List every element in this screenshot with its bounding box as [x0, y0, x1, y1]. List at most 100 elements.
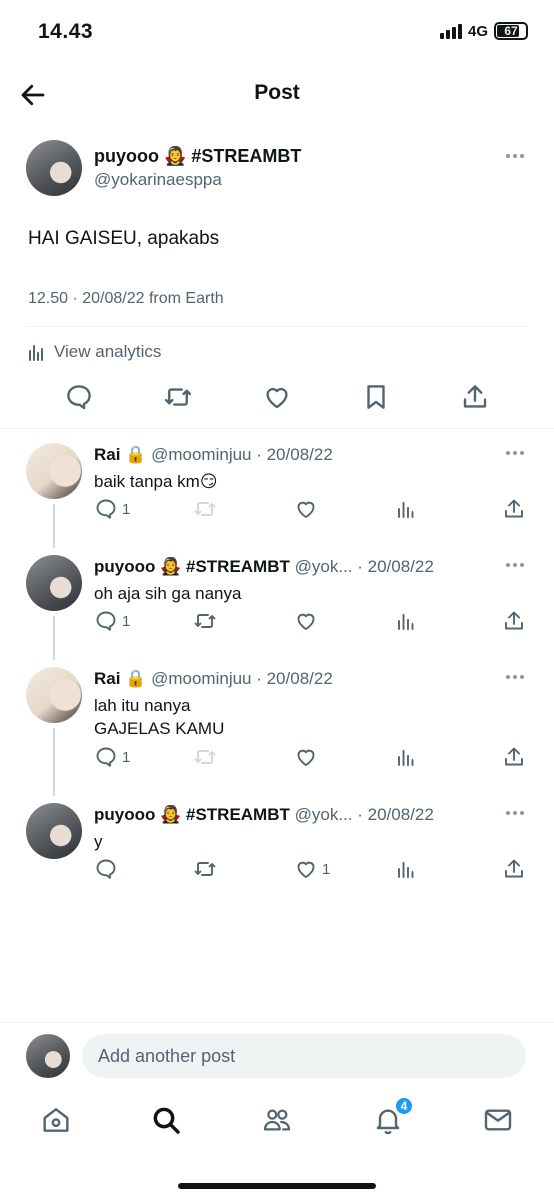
retweet-icon — [193, 609, 217, 633]
more-icon[interactable] — [506, 675, 528, 683]
author-name[interactable]: puyooo 🧛‍♀️ #STREAMBT — [94, 805, 290, 824]
reply-line: y — [94, 832, 103, 851]
reply-button[interactable]: 1 — [94, 744, 130, 770]
author-handle-date: @yok... · 20/08/22 — [294, 557, 434, 576]
analytics-icon — [28, 343, 46, 361]
home-indicator — [178, 1183, 376, 1189]
more-icon[interactable] — [506, 563, 528, 571]
avatar[interactable] — [26, 803, 82, 859]
more-icon[interactable] — [506, 811, 528, 819]
reply-button[interactable]: 1 — [94, 608, 130, 634]
reply-composer-input[interactable] — [82, 1034, 526, 1078]
like-count: 1 — [322, 860, 331, 878]
reply-text: y — [94, 830, 103, 853]
reply-line: lah itu nanya — [94, 696, 191, 715]
retweet-button[interactable] — [193, 608, 217, 634]
analytics-button[interactable] — [394, 744, 418, 770]
reply-header: puyooo 🧛‍♀️ #STREAMBT @yok... · 20/08/22 — [94, 805, 494, 825]
retweet-button[interactable] — [193, 744, 217, 770]
post-meta: 12.50 · 20/08/22 from Earth — [28, 290, 224, 307]
reply-action-bar: 1 — [0, 608, 554, 638]
share-button[interactable] — [502, 856, 526, 882]
author-handle-date: @moominjuu · 20/08/22 — [151, 669, 333, 688]
avatar[interactable] — [26, 555, 82, 611]
like-icon[interactable] — [262, 382, 292, 412]
analytics-label: View analytics — [54, 342, 162, 361]
reply-line: baik tanpa km😏 — [94, 472, 218, 491]
status-time: 14.43 — [38, 20, 94, 43]
divider — [26, 326, 528, 327]
reply-header: Rai 🔒 @moominjuu · 20/08/22 — [94, 445, 494, 465]
like-button[interactable] — [294, 608, 322, 634]
post-text: HAI GAISEU, apakabs — [28, 228, 220, 249]
retweet-icon — [193, 857, 217, 881]
analytics-button[interactable] — [394, 856, 418, 882]
share-icon — [502, 497, 526, 521]
page-title: Post — [254, 81, 300, 104]
share-button[interactable] — [502, 744, 526, 770]
retweet-button[interactable] — [193, 856, 217, 882]
view-analytics-link[interactable]: View analytics — [28, 342, 161, 362]
avatar[interactable] — [26, 667, 82, 723]
share-button[interactable] — [502, 496, 526, 522]
retweet-icon[interactable] — [163, 382, 193, 412]
analytics-button[interactable] — [394, 496, 418, 522]
reply-line: GAJELAS KAMU — [94, 719, 225, 738]
signal-icon — [439, 23, 462, 39]
bookmark-icon[interactable] — [361, 382, 391, 412]
reply-button[interactable] — [94, 856, 122, 882]
battery-percent: 67 — [504, 24, 518, 38]
reply-action-bar: 1 — [0, 856, 554, 886]
reply-count: 1 — [122, 612, 131, 630]
author-name[interactable]: puyooo 🧛‍♀️ #STREAMBT — [94, 557, 290, 576]
status-indicators: 4G 67 — [439, 22, 528, 40]
share-icon — [502, 857, 526, 881]
reply-text: oh aja sih ga nanya — [94, 582, 241, 605]
analytics-button[interactable] — [394, 608, 418, 634]
network-label: 4G — [467, 22, 488, 40]
status-bar: 14.43 4G 67 — [0, 0, 554, 64]
avatar — [26, 1034, 70, 1078]
messages-icon[interactable] — [482, 1104, 514, 1136]
reply-line: oh aja sih ga nanya — [94, 584, 242, 603]
bottom-nav: 4 — [0, 1096, 554, 1150]
reply-count: 1 — [122, 748, 131, 766]
more-icon[interactable] — [506, 451, 528, 459]
reply-count: 1 — [122, 500, 131, 518]
author-name[interactable]: Rai 🔒 — [94, 445, 146, 464]
author-handle[interactable]: @yokarinaesppa — [94, 170, 222, 190]
reply-button[interactable]: 1 — [94, 496, 130, 522]
author-name[interactable]: puyooo 🧛‍♀️ #STREAMBT — [94, 146, 301, 167]
avatar[interactable] — [26, 443, 82, 499]
like-button[interactable]: 1 — [294, 856, 330, 882]
analytics-icon — [394, 745, 418, 769]
retweet-button[interactable] — [193, 496, 217, 522]
author-handle-date: @moominjuu · 20/08/22 — [151, 445, 333, 464]
reply-icon — [94, 745, 118, 769]
search-icon[interactable] — [150, 1104, 182, 1136]
like-icon — [294, 497, 318, 521]
like-button[interactable] — [294, 744, 322, 770]
analytics-icon — [394, 609, 418, 633]
communities-icon[interactable] — [261, 1104, 293, 1136]
divider — [0, 1022, 554, 1023]
author-name[interactable]: Rai 🔒 — [94, 669, 146, 688]
post-action-bar — [0, 382, 554, 422]
like-icon — [294, 745, 318, 769]
post-header: Post — [0, 70, 554, 118]
retweet-icon — [193, 497, 217, 521]
like-button[interactable] — [294, 496, 322, 522]
reply-action-bar: 1 — [0, 496, 554, 526]
home-icon[interactable] — [40, 1104, 72, 1136]
share-button[interactable] — [502, 608, 526, 634]
more-icon[interactable] — [506, 154, 528, 162]
share-icon — [502, 745, 526, 769]
share-icon[interactable] — [460, 382, 490, 412]
avatar[interactable] — [26, 140, 82, 196]
reply-icon — [94, 497, 118, 521]
divider — [0, 428, 554, 429]
reply-header: Rai 🔒 @moominjuu · 20/08/22 — [94, 669, 494, 689]
reply-icon[interactable] — [64, 382, 94, 412]
reply-text: lah itu nanya GAJELAS KAMU — [94, 694, 224, 740]
notifications-icon[interactable]: 4 — [372, 1096, 414, 1136]
